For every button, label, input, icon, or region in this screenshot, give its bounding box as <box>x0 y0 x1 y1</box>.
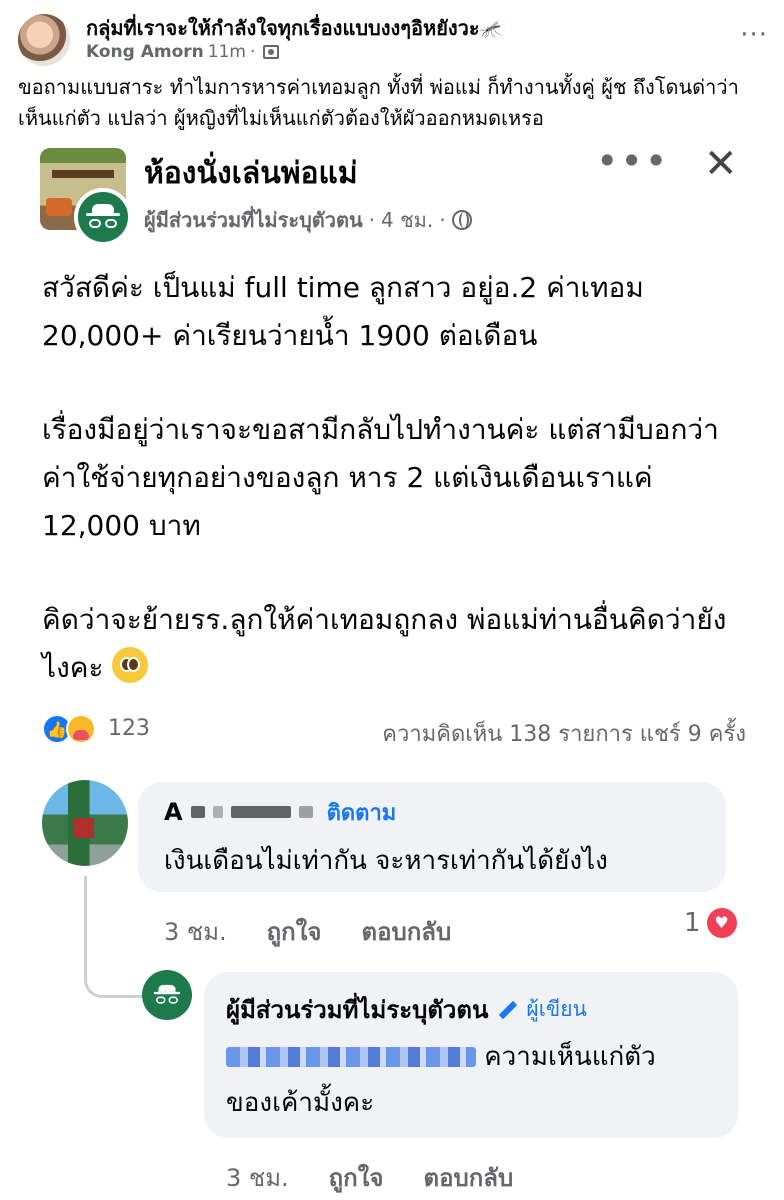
commenter-avatar <box>42 780 128 866</box>
post-time[interactable]: 11m <box>208 42 246 62</box>
commenter-name-blurred: A ติดตาม <box>164 798 396 826</box>
group-privacy-icon <box>263 45 280 59</box>
close-icon: ✕ <box>704 141 738 187</box>
inner-post-body: สวัสดีค่ะ เป็นแม่ full time ลูกสาว อยู่อ… <box>42 264 752 738</box>
inner-post-meta: ผู้มีส่วนร่วมที่ไม่ระบุตัวตน · 4 ชม. · <box>144 204 472 236</box>
reply-text-line1: ความเห็นแก่ตัว <box>484 1042 656 1072</box>
reply-reply-button: ตอบกลับ <box>423 1164 514 1192</box>
inner-paragraph-3: คิดว่าจะย้ายรร.ลูกให้ค่าเทอมถูกลง พ่อแม่… <box>42 596 752 692</box>
incognito-icon <box>153 984 181 1005</box>
blurred-name-segment <box>190 806 205 818</box>
inner-meta-separator-2: · <box>439 208 446 232</box>
heart-icon: ♥ <box>706 908 737 938</box>
comment-like-number: 1 <box>684 908 701 938</box>
logo-shelf-shape <box>52 170 114 178</box>
more-options-icon[interactable]: ··· <box>740 22 768 48</box>
group-name-link[interactable]: กลุ่มที่เราจะให้กำลังใจทุกเรื่องแบบงงๆอิ… <box>86 12 502 44</box>
reply-time: 3 ชม. <box>226 1164 289 1192</box>
author-avatar[interactable] <box>18 14 70 66</box>
post-meta: Kong Amorn 11m · <box>86 42 280 62</box>
reactions-row: 👍 123 ความคิดเห็น 138 รายการ แชร์ 9 ครั้… <box>42 714 746 747</box>
reaction-count: 123 <box>108 716 150 741</box>
outer-post-text: ขอถามแบบสาระ ทำไมการหารค่าเทอมลูก ทั้งที… <box>18 75 739 130</box>
inner-group-name: ห้องนั่งเล่นพ่อแม่ <box>144 156 358 191</box>
blurred-name-segment <box>230 806 291 818</box>
blurred-name-segment <box>298 806 313 818</box>
reply-avatar <box>142 970 192 1020</box>
group-name-text: กลุ่มที่เราจะให้กำลังใจทุกเรื่องแบบงงๆอิ… <box>86 16 480 40</box>
inner-meta-separator: · <box>368 208 376 232</box>
comment-actions: 3 ชม. ถูกใจ ตอบกลับ <box>164 912 451 951</box>
reply-author-name: ผู้มีส่วนร่วมที่ไม่ระบุตัวตน <box>226 996 489 1024</box>
comment-like-count: 1 ♥ <box>684 908 737 938</box>
care-reaction-icon <box>66 714 96 744</box>
inner-paragraph-2: เรื่องมีอยู่ว่าเราจะขอสามีกลับไปทำงานค่ะ… <box>42 413 719 542</box>
outer-post-header: กลุ่มที่เราจะให้กำลังใจทุกเรื่องแบบงงๆอิ… <box>18 12 768 68</box>
reply-text-line2: ของเค้ามั้งคะ <box>226 1088 375 1118</box>
comment-time: 3 ชม. <box>164 918 227 946</box>
pleading-face-icon <box>112 647 149 683</box>
incognito-icon <box>86 204 120 230</box>
reply-thread-line <box>84 876 144 998</box>
author-badge-label: ผู้เขียน <box>526 997 587 1021</box>
comment-bubble: A ติดตาม เงินเดือนไม่เท่ากัน จะหารเท่ากั… <box>138 782 726 892</box>
reply-like-button: ถูกใจ <box>328 1164 384 1192</box>
reply-bubble: ผู้มีส่วนร่วมที่ไม่ระบุตัวตน ผู้เขียน คว… <box>204 972 738 1138</box>
comment-like-button: ถูกใจ <box>266 918 322 946</box>
reply-text: ความเห็นแก่ตัว ของเค้ามั้งคะ <box>226 1034 726 1126</box>
meta-separator: · <box>249 42 256 62</box>
blurred-name-segment <box>212 806 223 818</box>
inner-post-time: 4 ชม. <box>381 208 434 232</box>
mosquito-emoji: 🦟 <box>479 19 503 40</box>
pencil-icon <box>499 1000 518 1019</box>
inner-more-icon: ••• <box>596 139 670 183</box>
comment-text: เงินเดือนไม่เท่ากัน จะหารเท่ากันได้ยังไง <box>164 846 608 876</box>
globe-icon <box>451 210 472 230</box>
commenter-initial: A <box>164 798 183 826</box>
anonymous-badge-icon <box>74 188 132 246</box>
inner-poster-name: ผู้มีส่วนร่วมที่ไม่ระบุตัวตน <box>144 208 363 232</box>
follow-link: ติดตาม <box>326 800 397 826</box>
blurred-mention <box>226 1047 476 1067</box>
shared-screenshot: ห้องนั่งเล่นพ่อแม่ ผู้มีส่วนร่วมที่ไม่ระ… <box>0 140 784 1200</box>
comment-reply-button: ตอบกลับ <box>361 918 452 946</box>
reply-author-row: ผู้มีส่วนร่วมที่ไม่ระบุตัวตน ผู้เขียน <box>226 990 587 1029</box>
author-badge: ผู้เขียน <box>498 993 587 1026</box>
author-name[interactable]: Kong Amorn <box>86 42 204 62</box>
reply-actions: 3 ชม. ถูกใจ ตอบกลับ <box>226 1158 513 1197</box>
logo-sofa-shape <box>46 198 72 216</box>
inner-paragraph-1: สวัสดีค่ะ เป็นแม่ full time ลูกสาว อยู่อ… <box>42 271 644 352</box>
comment-share-stats: ความคิดเห็น 138 รายการ แชร์ 9 ครั้ง <box>382 722 746 747</box>
